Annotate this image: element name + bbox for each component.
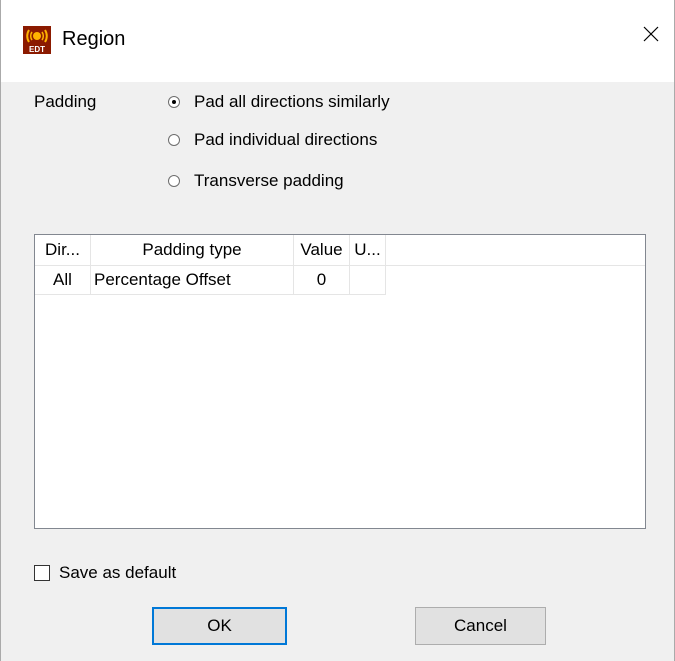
edt-logo-text: EDT bbox=[29, 45, 45, 54]
close-button[interactable] bbox=[628, 14, 674, 54]
radio-pad-all[interactable]: Pad all directions similarly bbox=[168, 92, 390, 112]
column-header-value[interactable]: Value bbox=[294, 235, 350, 265]
cell-value[interactable]: 0 bbox=[294, 265, 350, 295]
radio-label: Pad all directions similarly bbox=[194, 92, 390, 111]
column-header-unit[interactable]: U... bbox=[350, 235, 386, 265]
table-header: Dir... Padding type Value U... bbox=[35, 235, 645, 266]
table-row[interactable]: All Percentage Offset 0 bbox=[35, 265, 386, 295]
edt-app-icon: EDT bbox=[23, 26, 51, 54]
title-bar: EDT Region bbox=[1, 0, 674, 82]
save-default-checkbox[interactable] bbox=[34, 565, 50, 581]
padding-label: Padding bbox=[34, 92, 97, 111]
save-default-label: Save as default bbox=[59, 563, 177, 582]
close-icon bbox=[643, 26, 659, 42]
cell-unit[interactable] bbox=[350, 265, 386, 295]
window-title: Region bbox=[62, 28, 126, 50]
cell-direction[interactable]: All bbox=[35, 265, 91, 295]
column-header-padding-type[interactable]: Padding type bbox=[91, 235, 294, 265]
radio-transverse[interactable]: Transverse padding bbox=[168, 171, 344, 191]
cancel-button[interactable]: Cancel bbox=[415, 607, 546, 645]
radio-label: Transverse padding bbox=[194, 171, 344, 190]
ok-button[interactable]: OK bbox=[152, 607, 287, 645]
radio-label: Pad individual directions bbox=[194, 130, 378, 149]
padding-table[interactable]: Dir... Padding type Value U... All Perce… bbox=[34, 234, 646, 529]
radio-pad-individual[interactable]: Pad individual directions bbox=[168, 130, 377, 150]
radio-button[interactable] bbox=[168, 134, 180, 146]
dialog-body: Padding Pad all directions similarly Pad… bbox=[1, 82, 674, 661]
region-dialog: EDT Region Padding Pad all directions si… bbox=[0, 0, 675, 661]
cell-padding-type[interactable]: Percentage Offset bbox=[91, 265, 294, 295]
column-header-direction[interactable]: Dir... bbox=[35, 235, 91, 265]
radio-button-checked[interactable] bbox=[168, 96, 180, 108]
radio-button[interactable] bbox=[168, 175, 180, 187]
save-default-checkbox-row[interactable]: Save as default bbox=[34, 563, 176, 583]
